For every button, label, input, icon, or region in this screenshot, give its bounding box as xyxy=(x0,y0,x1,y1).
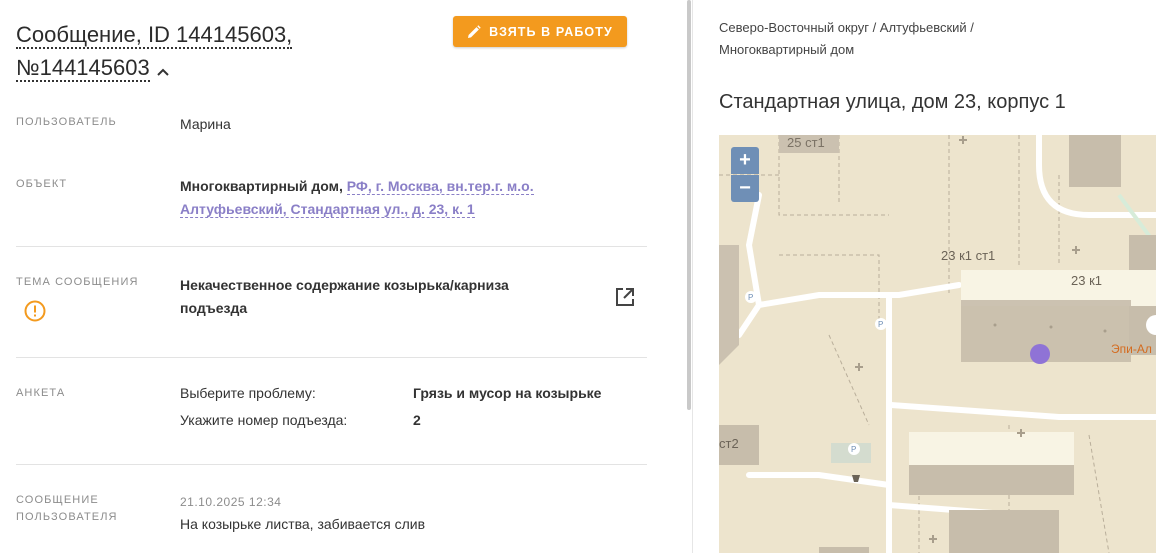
user-value: Марина xyxy=(180,116,231,132)
pencil-icon xyxy=(468,24,481,38)
zoom-in-button[interactable]: + xyxy=(731,147,759,174)
message-label: СООБЩЕНИЕ ПОЛЬЗОВАТЕЛЯ xyxy=(16,492,118,526)
building-label-st2: ст2 xyxy=(719,436,739,451)
map[interactable]: P P P 25 ст1 23 к1 ст1 23 к1 ст2 Эпи-Ал … xyxy=(719,135,1156,553)
parking-label: P xyxy=(748,293,753,302)
topic-value: Некачественное содержание козырька/карни… xyxy=(180,274,509,320)
topic-line-2: подъезда xyxy=(180,300,248,316)
survey-question-2: Укажите номер подъезда: xyxy=(180,412,348,428)
message-text: На козырьке листва, забивается слив xyxy=(180,516,426,532)
message-panel: Сообщение, ID 144145603, №144145603 ВЗЯТ… xyxy=(0,0,688,553)
title-line-2: №144145603 xyxy=(16,55,150,82)
map-canvas[interactable]: P P P 25 ст1 23 к1 ст1 23 к1 ст2 Эпи-Ал xyxy=(719,135,1156,553)
object-type: Многоквартирный дом, xyxy=(180,178,343,194)
divider xyxy=(16,357,647,358)
breadcrumb-line-1[interactable]: Северо-Восточный округ / Алтуфьевский / xyxy=(719,20,974,35)
building-label-25: 25 ст1 xyxy=(787,135,825,150)
divider xyxy=(16,246,647,247)
message-label-line-1: СООБЩЕНИЕ xyxy=(16,494,99,506)
chevron-up-icon[interactable] xyxy=(156,53,170,86)
poi-label: Эпи-Ал xyxy=(1111,342,1152,356)
title-line-1: Сообщение, ID 144145603, xyxy=(16,22,293,49)
survey-answer-2: 2 xyxy=(413,412,421,428)
object-label: ОБЪЕКТ xyxy=(16,178,68,190)
building-label-23k1st1: 23 к1 ст1 xyxy=(941,248,995,263)
survey-question-1: Выберите проблему: xyxy=(180,385,316,401)
object-value: Многоквартирный дом, РФ, г. Москва, вн.т… xyxy=(180,175,534,221)
address-title: Стандартная улица, дом 23, корпус 1 xyxy=(719,91,1066,113)
warning-icon xyxy=(24,300,46,322)
divider xyxy=(16,464,647,465)
message-label-line-2: ПОЛЬЗОВАТЕЛЯ xyxy=(16,511,118,523)
zoom-out-button[interactable]: − xyxy=(731,175,759,202)
take-to-work-label: ВЗЯТЬ В РАБОТУ xyxy=(489,24,613,39)
message-date: 21.10.2025 12:34 xyxy=(180,495,282,509)
building-label-23k1: 23 к1 xyxy=(1071,273,1102,288)
survey-label: АНКЕТА xyxy=(16,387,66,399)
parking-label: P xyxy=(851,445,856,454)
topic-label: ТЕМА СООБЩЕНИЯ xyxy=(16,276,139,288)
location-marker[interactable] xyxy=(1030,344,1050,364)
object-address-link-1[interactable]: РФ, г. Москва, вн.тер.г. м.о. xyxy=(346,178,534,195)
take-to-work-button[interactable]: ВЗЯТЬ В РАБОТУ xyxy=(453,16,627,47)
breadcrumb: Северо-Восточный округ / Алтуфьевский / … xyxy=(719,17,1039,61)
object-address-link-2[interactable]: Алтуфьевский, Стандартная ул., д. 23, к.… xyxy=(180,201,475,218)
breadcrumb-line-2[interactable]: Многоквартирный дом xyxy=(719,42,854,57)
open-external-icon[interactable] xyxy=(614,286,636,308)
survey-answer-1: Грязь и мусор на козырьке xyxy=(413,385,602,401)
page-title: Сообщение, ID 144145603, №144145603 xyxy=(16,18,436,86)
user-label: ПОЛЬЗОВАТЕЛЬ xyxy=(16,116,117,128)
topic-line-1: Некачественное содержание козырька/карни… xyxy=(180,277,509,293)
parking-label: P xyxy=(878,320,883,329)
scrollbar[interactable] xyxy=(687,0,691,410)
